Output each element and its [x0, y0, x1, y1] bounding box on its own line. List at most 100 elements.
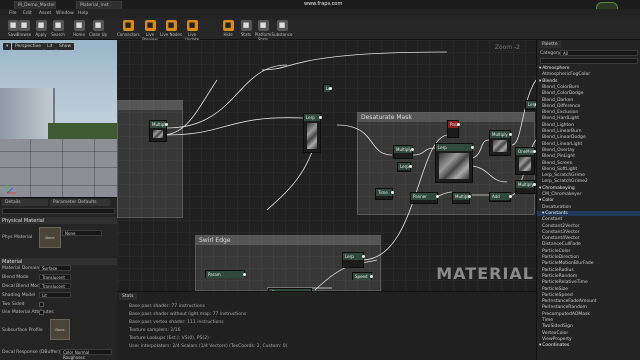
palette-category[interactable]: ▾Blends — [539, 79, 557, 84]
palette-item[interactable]: DistanceCullFade — [542, 242, 581, 247]
node-output-pin[interactable] — [509, 133, 512, 136]
menu-window[interactable]: Window — [56, 11, 74, 16]
node-output-pin[interactable] — [329, 87, 332, 90]
graph-node-lerp[interactable]: Lerp — [303, 113, 322, 153]
graph-node-multiply[interactable]: Multiply — [489, 130, 512, 156]
property-dropdown[interactable]: Translucent — [39, 274, 71, 280]
property-dropdown[interactable]: Translucent — [39, 283, 71, 289]
perspective-button[interactable]: Perspective — [12, 43, 45, 50]
node-output-pin[interactable] — [409, 165, 412, 168]
toolbar-live-nodes-button[interactable]: ■ Live Nodes — [160, 20, 182, 39]
palette-category[interactable]: ▾Coordinates — [539, 343, 569, 348]
palette-item[interactable]: Blend_Lighten — [542, 123, 574, 128]
node-output-pin[interactable] — [457, 123, 460, 126]
palette-item[interactable]: Blend_Screen — [542, 161, 573, 166]
asset-tab-2[interactable]: Material_Inst — [76, 1, 122, 9]
category-dropdown[interactable]: All — [560, 50, 638, 56]
property-checkbox[interactable] — [39, 310, 44, 315]
property-checkbox[interactable] — [39, 302, 44, 307]
palette-item[interactable]: Constant4Vector — [542, 236, 579, 241]
palette-item[interactable]: Blend_Exclusion — [542, 110, 578, 115]
palette-item[interactable]: Blend_ColorBurn — [542, 85, 579, 90]
show-button[interactable]: Show — [56, 43, 75, 50]
palette-category[interactable]: ▾Atmosphere — [539, 66, 570, 71]
palette-item[interactable]: PerInstanceRandom — [542, 305, 587, 310]
menu-edit[interactable]: Edit — [23, 11, 32, 16]
palette-item[interactable]: Desaturation — [542, 205, 571, 210]
asset-tab-1[interactable]: M_Demo_Master — [14, 1, 56, 9]
palette-tab[interactable]: Palette — [539, 41, 561, 48]
palette-item[interactable]: PrecomputedAOMask — [542, 312, 590, 317]
palette-item[interactable]: Blend_ColorDodge — [542, 91, 584, 96]
node-output-pin[interactable] — [370, 275, 373, 278]
palette-item[interactable]: Constant2Vector — [542, 224, 579, 229]
parameter-defaults-tab[interactable]: Parameter Defaults — [50, 199, 110, 206]
decal-response-dropdown[interactable]: Color Normal Roughness — [60, 349, 112, 360]
phys-material-thumbnail[interactable]: None — [39, 227, 61, 248]
palette-item[interactable]: Lerp_ScratchGrime — [542, 173, 585, 178]
graph-node-param[interactable]: Param — [447, 120, 460, 138]
palette-item[interactable]: TwoSidedSign — [542, 324, 573, 329]
palette-item[interactable]: AtmosphericFogColor — [542, 72, 590, 77]
node-output-pin[interactable] — [362, 255, 365, 258]
graph-node-lerp[interactable]: Lerp — [435, 143, 474, 183]
graph-node-lerp[interactable]: Lerp — [525, 100, 536, 110]
palette-item[interactable]: Constant3Vector — [542, 230, 579, 235]
node-output-pin[interactable] — [468, 195, 471, 198]
graph-node-lerp[interactable]: Lerp — [323, 84, 332, 92]
graph-node-time[interactable]: Time — [375, 188, 394, 200]
graph-node-lerp[interactable]: Lerp — [342, 252, 365, 268]
material-section[interactable]: Material — [0, 258, 117, 265]
lit-button[interactable]: Lit — [44, 43, 56, 50]
palette-item[interactable]: PerInstanceFadeAmount — [542, 299, 597, 304]
palette-item[interactable]: VertexColor — [542, 331, 568, 336]
palette-item[interactable]: Blend_LinearBurn — [542, 129, 582, 134]
toolbar-search-button[interactable]: ■ Search — [47, 20, 69, 39]
property-dropdown[interactable]: Lit — [39, 292, 71, 298]
toolbar-substance-button[interactable]: ■ Substance — [271, 20, 293, 39]
palette-item[interactable]: Constant — [542, 217, 562, 222]
viewport-menu-button[interactable]: ▾ — [3, 43, 12, 50]
palette-category[interactable]: ▾Chromakeying — [539, 186, 575, 191]
property-dropdown[interactable]: Surface — [39, 265, 71, 271]
node-output-pin[interactable] — [165, 123, 168, 126]
palette-item[interactable]: ViewProperty — [542, 337, 572, 342]
graph-node-add[interactable]: Add — [489, 192, 512, 202]
graph-node-panner[interactable]: Panner — [410, 192, 439, 204]
palette-item[interactable]: ParticleColor — [542, 249, 570, 254]
node-output-pin[interactable] — [411, 148, 414, 151]
palette-category[interactable]: ▾Constants — [537, 210, 640, 216]
palette-item[interactable]: Blend_SoftLight — [542, 167, 577, 172]
node-output-pin[interactable] — [509, 195, 512, 198]
graph-node-multiply[interactable]: Multiply — [149, 120, 168, 142]
preview-viewport[interactable]: ▾ Perspective Lit Show — [0, 40, 117, 197]
graph-node-multiply[interactable]: Multiply — [452, 192, 471, 204]
palette-item[interactable]: Lerp_ScratchGrime2 — [542, 179, 588, 184]
palette-item[interactable]: Blend_Difference — [542, 104, 580, 109]
details-search-input[interactable] — [2, 208, 115, 214]
subsurface-profile-thumbnail[interactable]: None — [50, 319, 70, 340]
material-graph[interactable]: Desaturate Mask Swirl Edge MultiplyLerpM… — [117, 40, 536, 291]
palette-item[interactable]: Blend_LinearDodge — [542, 135, 586, 140]
palette-category[interactable]: ▾Color — [539, 198, 554, 203]
palette-item[interactable]: ParticleRandom — [542, 274, 577, 279]
palette-item[interactable]: ParticleRelativeTime — [542, 280, 588, 285]
menu-help[interactable]: Help — [78, 11, 88, 16]
palette-item[interactable]: ParticleDirection — [542, 255, 579, 260]
palette-item[interactable]: Blend_LinearLight — [542, 142, 582, 147]
node-output-pin[interactable] — [471, 146, 474, 149]
palette-item[interactable]: CM_Chromakeyer — [542, 192, 581, 197]
details-tab[interactable]: Details — [2, 199, 48, 206]
toolbar-connectors-button[interactable]: ■ Connectors — [117, 20, 140, 39]
node-output-pin[interactable] — [319, 116, 322, 119]
graph-node-multiply[interactable]: Multiply — [393, 145, 414, 159]
graph-node-lerp[interactable]: Lerp — [397, 162, 412, 172]
palette-item[interactable]: ParticleSpeed — [542, 293, 573, 298]
menu-file[interactable]: File — [9, 11, 17, 16]
palette-item[interactable]: Time — [542, 318, 553, 323]
palette-item[interactable]: Blend_Darken — [542, 98, 573, 103]
graph-node-oneminus[interactable]: OneMinus — [515, 147, 536, 175]
palette-item[interactable]: Blend_Overlay — [542, 148, 575, 153]
palette-item[interactable]: Blend_PinLight — [542, 154, 575, 159]
node-output-pin[interactable] — [436, 195, 439, 198]
